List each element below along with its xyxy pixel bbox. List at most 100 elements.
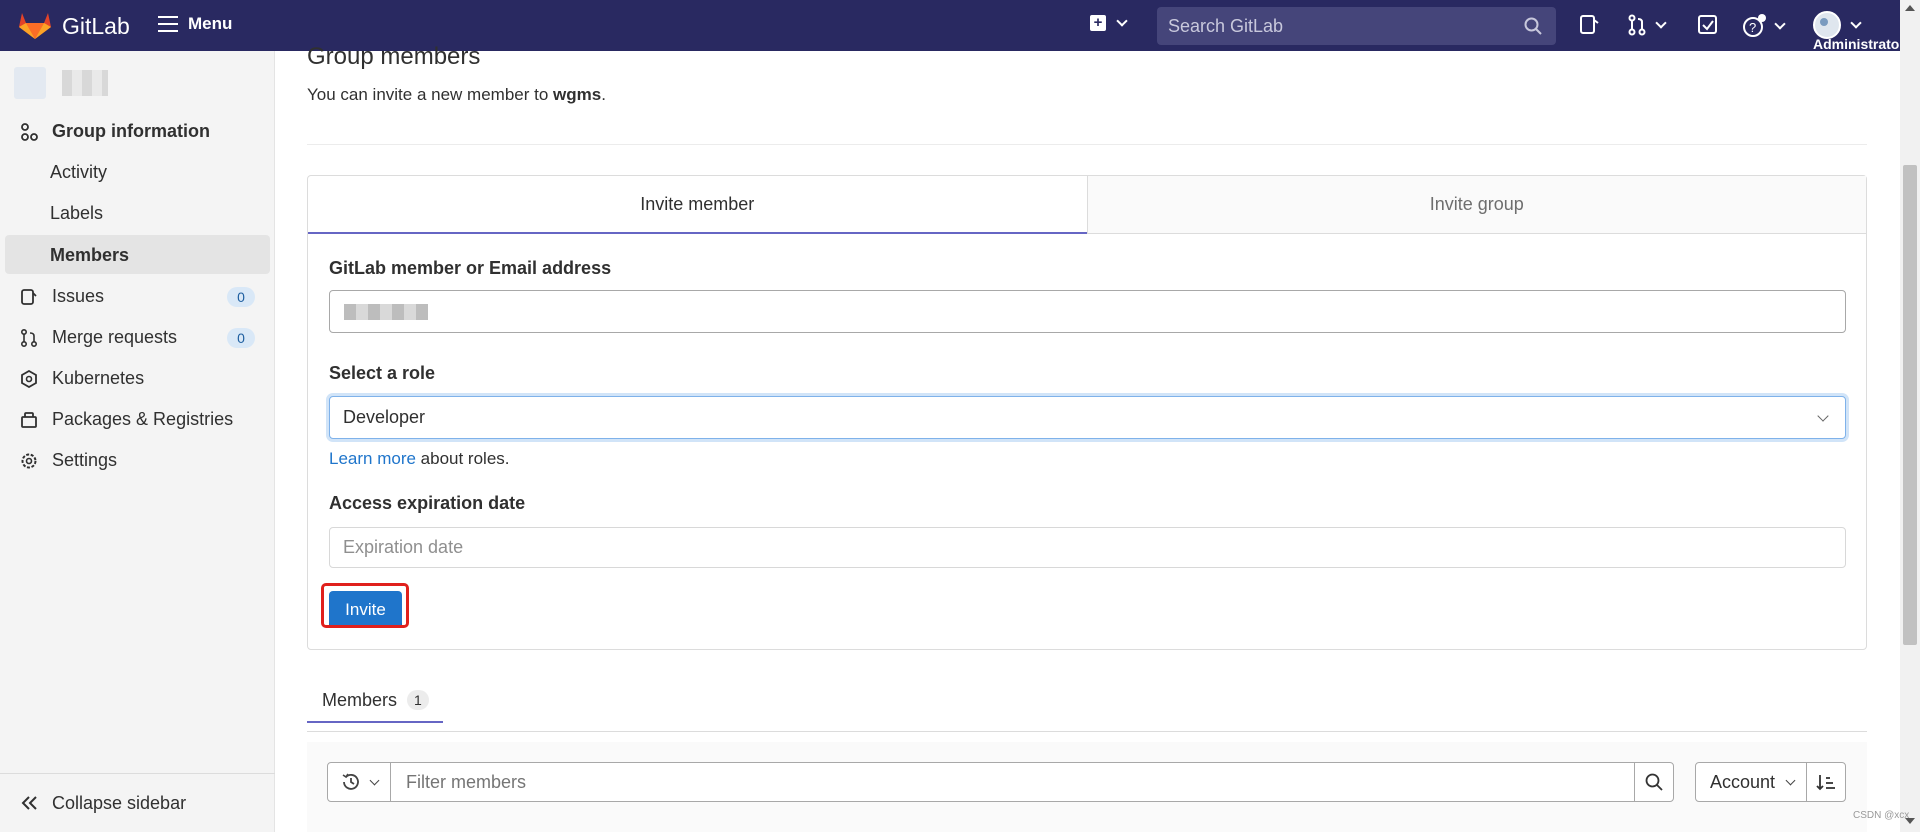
- sidebar-active-highlight: [5, 235, 270, 274]
- tab-invite-member[interactable]: Invite member: [308, 176, 1087, 234]
- group-header[interactable]: [14, 67, 108, 99]
- new-dropdown-button[interactable]: +: [1090, 15, 1128, 31]
- expiration-placeholder: Expiration date: [343, 537, 464, 557]
- brand-name[interactable]: GitLab: [62, 13, 130, 40]
- members-filter-bar: Account: [307, 742, 1867, 832]
- invite-card: Invite member Invite group GitLab member…: [307, 175, 1867, 650]
- group-name: wgms: [553, 85, 602, 104]
- gitlab-logo-icon[interactable]: [18, 10, 52, 40]
- issues-count-badge: 0: [227, 287, 255, 307]
- svg-text:?: ?: [1749, 20, 1756, 35]
- sidebar-item-members[interactable]: Members: [50, 245, 129, 266]
- search-input[interactable]: Search GitLab: [1157, 7, 1556, 45]
- role-select[interactable]: Developer: [329, 396, 1846, 439]
- sidebar-item-packages-registries[interactable]: Packages & Registries: [20, 409, 233, 430]
- menu-label: Menu: [188, 14, 233, 33]
- learn-more-text: Learn more about roles.: [329, 449, 510, 469]
- filter-search-button[interactable]: [1634, 762, 1674, 802]
- collapse-sidebar-button[interactable]: Collapse sidebar: [0, 773, 275, 832]
- hamburger-icon: [158, 16, 178, 32]
- member-email-input[interactable]: [329, 290, 1846, 333]
- learn-more-link[interactable]: Learn more: [329, 449, 416, 468]
- gear-icon: [21, 453, 37, 468]
- sidebar-item-label: Merge requests: [52, 327, 178, 347]
- sidebar-item-label: Members: [50, 245, 130, 265]
- sidebar-item-label: Settings: [52, 450, 118, 470]
- chevron-down-icon: [1655, 17, 1667, 29]
- chevron-down-icon: [1785, 775, 1796, 785]
- collapse-sidebar-label: Collapse sidebar: [52, 792, 187, 813]
- sort-lowest-icon: [1816, 775, 1835, 791]
- merge-requests-dropdown[interactable]: [1627, 14, 1667, 36]
- history-clock-icon: [342, 773, 359, 790]
- sidebar-item-label: Labels: [50, 203, 104, 223]
- invite-hint: You can invite a new member to wgms.: [307, 85, 606, 105]
- blurred-member-value: [344, 304, 428, 320]
- invite-button[interactable]: Invite: [329, 591, 402, 628]
- sidebar-item-group-information[interactable]: Group information: [20, 121, 210, 142]
- chevron-down-icon: [1817, 410, 1829, 422]
- sidebar-item-merge-requests[interactable]: Merge requests: [20, 327, 177, 348]
- user-name-label: Administrator: [1813, 36, 1900, 52]
- expiration-date-input[interactable]: Expiration date: [329, 527, 1846, 568]
- kubernetes-icon: [21, 369, 37, 388]
- divider: [307, 144, 1867, 145]
- tab-invite-group[interactable]: Invite group: [1086, 176, 1866, 234]
- search-icon: [1645, 773, 1663, 791]
- page-scrollbar[interactable]: [1900, 0, 1920, 832]
- top-navbar: GitLab Menu + Search GitLab ? Administra…: [0, 0, 1900, 52]
- help-question-icon: ?: [1743, 14, 1766, 37]
- sidebar-item-issues[interactable]: Issues: [20, 286, 104, 307]
- watermark-text: CSDN @xcx: [1853, 810, 1910, 821]
- search-history-dropdown[interactable]: [327, 762, 391, 802]
- chevron-down-icon: [1116, 15, 1128, 27]
- package-icon: [21, 411, 37, 428]
- sidebar: Group information Activity Labels Member…: [0, 51, 275, 832]
- tab-members[interactable]: Members 1: [307, 679, 443, 723]
- scroll-up-arrow-icon[interactable]: [1905, 5, 1915, 11]
- sort-direction-button[interactable]: [1806, 762, 1846, 802]
- role-label: Select a role: [329, 363, 436, 383]
- search-placeholder: Search GitLab: [1168, 15, 1284, 36]
- group-name-blurred: [62, 70, 108, 96]
- learn-more-suffix: about roles.: [415, 449, 510, 468]
- sidebar-item-label: Activity: [50, 162, 108, 182]
- invite-hint-suffix: .: [601, 85, 606, 104]
- double-chevron-left-icon: [21, 796, 37, 810]
- sidebar-item-settings[interactable]: Settings: [20, 450, 117, 471]
- invite-tabs: Invite member Invite group: [308, 176, 1866, 234]
- expiration-label: Access expiration date: [329, 493, 526, 513]
- sidebar-item-label: Packages & Registries: [52, 409, 234, 429]
- sidebar-item-label: Kubernetes: [52, 368, 145, 388]
- todo-check-icon[interactable]: [1697, 14, 1719, 36]
- sidebar-item-kubernetes[interactable]: Kubernetes: [20, 368, 144, 389]
- menu-button[interactable]: Menu: [158, 14, 232, 34]
- help-dropdown[interactable]: ?: [1742, 14, 1786, 38]
- sidebar-item-labels[interactable]: Labels: [50, 203, 103, 224]
- issues-icon[interactable]: [1579, 14, 1599, 36]
- merge-request-icon: [1628, 14, 1646, 36]
- divider: [307, 731, 1867, 732]
- scrollbar-thumb[interactable]: [1903, 165, 1917, 645]
- member-field-label: GitLab member or Email address: [329, 258, 612, 278]
- members-count-badge: 1: [407, 690, 429, 710]
- members-tab-label: Members: [322, 689, 398, 710]
- chevron-down-icon: [1774, 18, 1786, 30]
- group-info-icon: [21, 122, 38, 141]
- group-avatar: [14, 67, 46, 99]
- page-title: Group members: [307, 43, 481, 70]
- issues-icon: [21, 288, 37, 305]
- merge-requests-count-badge: 0: [227, 328, 255, 348]
- sort-by-dropdown[interactable]: Account: [1695, 762, 1807, 802]
- filter-members-input[interactable]: [390, 762, 1635, 802]
- sidebar-item-label: Issues: [52, 286, 105, 306]
- merge-request-icon: [21, 328, 37, 347]
- role-selected-value: Developer: [343, 407, 426, 427]
- invite-hint-prefix: You can invite a new member to: [307, 85, 554, 104]
- chevron-down-icon: [1850, 17, 1862, 29]
- sidebar-item-label: Group information: [52, 121, 210, 141]
- chevron-down-icon: [369, 775, 379, 785]
- sidebar-item-activity[interactable]: Activity: [50, 162, 107, 183]
- search-icon: [1524, 17, 1542, 35]
- sort-label: Account: [1710, 771, 1776, 792]
